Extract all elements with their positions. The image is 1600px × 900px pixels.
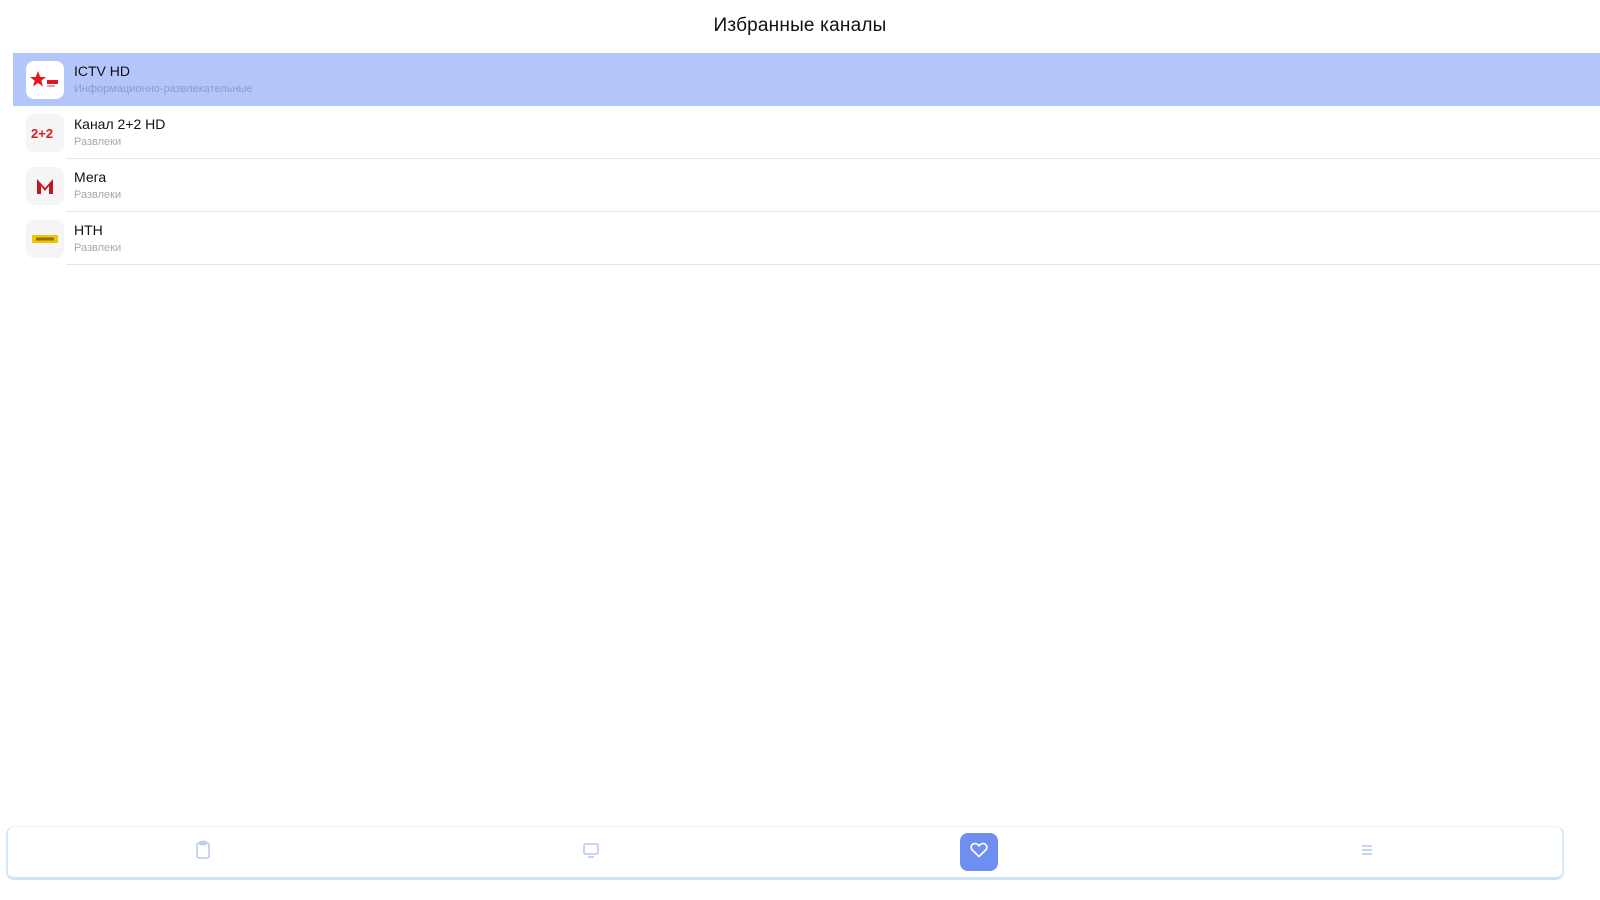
ictv-logo [26,60,64,99]
nav-item-favorites[interactable] [960,833,998,871]
channel-row-2plus2-hd[interactable]: 2+2 Канал 2+2 HD Развлеки [13,106,1600,159]
channel-genre: Развлеки [74,242,122,254]
nav-item-menu[interactable] [1348,833,1386,871]
nav-item-tv[interactable] [572,833,610,871]
channel-list: ICTV HD Информационно-развлекательные 2+… [13,53,1600,265]
channel-row-ictv-hd[interactable]: ICTV HD Информационно-развлекательные [13,53,1600,106]
row-divider [66,264,1600,265]
ntn-logo [26,219,64,258]
channel-name: Мега [74,169,107,185]
channel-name: НТН [74,222,103,238]
clipboard-icon [194,840,212,865]
channel-name: ICTV HD [74,63,130,79]
page-header: Избранные каналы [0,0,1600,52]
2plus2-logo: 2+2 [26,113,64,152]
mega-logo [26,166,64,205]
channel-genre: Развлеки [74,136,122,148]
bottom-navigation-bar [6,826,1564,880]
nav-item-program-guide[interactable] [184,833,222,871]
channel-row-ntn[interactable]: НТН Развлеки [13,212,1600,265]
channel-name: Канал 2+2 HD [74,116,166,132]
channel-row-mega[interactable]: Мега Развлеки [13,159,1600,212]
channel-genre: Развлеки [74,189,122,201]
tv-icon [582,841,600,864]
svg-text:2+2: 2+2 [31,126,53,141]
menu-icon [1359,843,1375,862]
page-title: Избранные каналы [713,15,887,36]
heart-icon [970,842,988,863]
channel-genre: Информационно-развлекательные [74,83,253,95]
